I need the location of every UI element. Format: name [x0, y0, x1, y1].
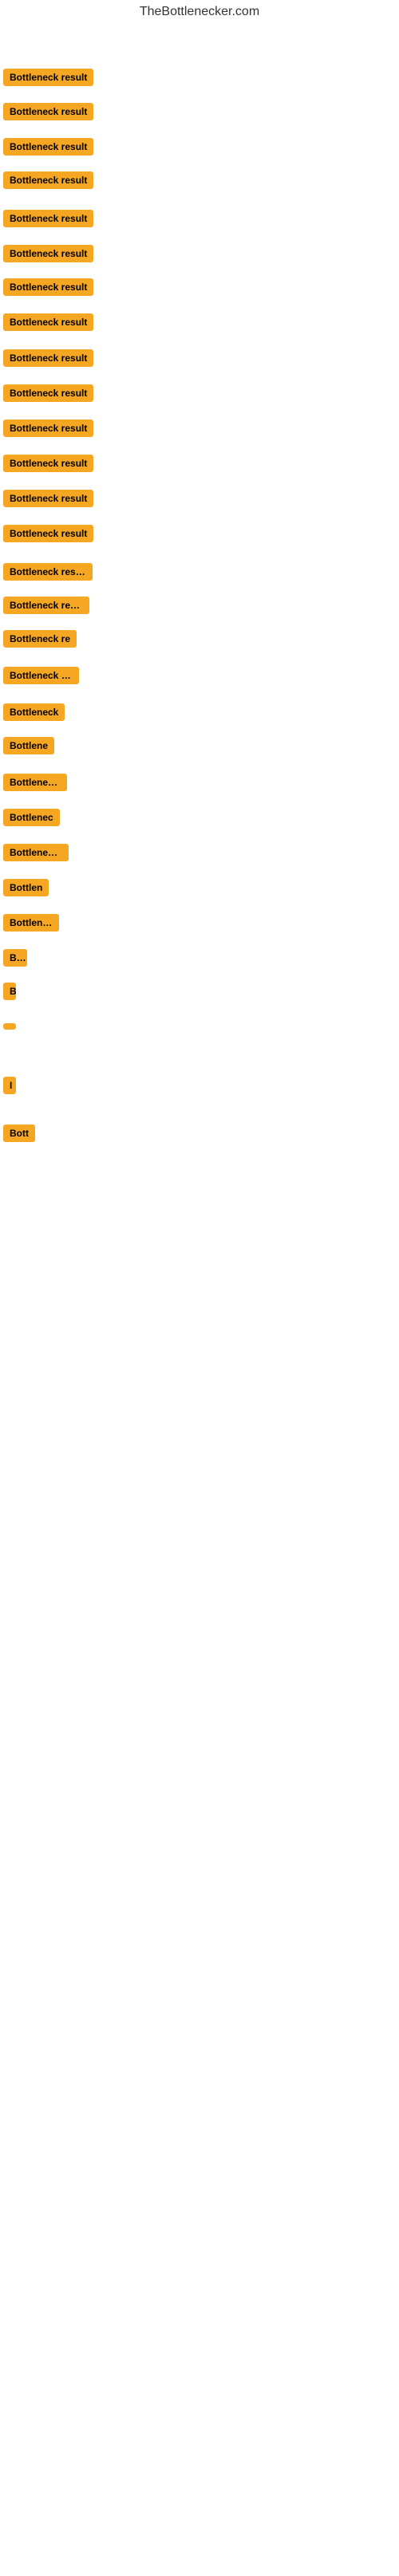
bottleneck-badge-row: Bottleneck: [3, 703, 65, 725]
bottleneck-badge-row: Bottleneck resul: [3, 667, 79, 688]
bottleneck-badge-row: Bottleneck result: [3, 490, 93, 511]
bottleneck-badge-row: Bottleneck result: [3, 210, 93, 231]
bottleneck-badge-row: Bottleneck result: [3, 563, 93, 585]
bottleneck-badge-row: Bottleneck r: [3, 774, 67, 795]
bottleneck-badge-row: Bo: [3, 949, 27, 971]
bottleneck-badge-row: Bottleneck re: [3, 630, 77, 652]
bottleneck-badge-row: Bottlenec: [3, 809, 60, 830]
bottleneck-badge: Bottleneck result: [3, 245, 93, 262]
bottleneck-badge: Bottleneck result: [3, 563, 93, 581]
bottleneck-badge: Bottleneck result: [3, 419, 93, 437]
bottleneck-badge: Bottleneck re: [3, 844, 69, 861]
site-title: TheBottlenecker.com: [0, 0, 399, 24]
bottleneck-badge-row: Bottleneck result: [3, 455, 93, 476]
bottleneck-badge: I: [3, 1077, 16, 1094]
bottleneck-badge: Bottleneck result: [3, 349, 93, 367]
bottleneck-badge-row: Bottleneck result: [3, 245, 93, 266]
bottleneck-badge-row: Bottleneck result: [3, 525, 93, 546]
bottleneck-badge-row: Bottleneck result: [3, 69, 93, 90]
bottleneck-badge-row: Bottlene: [3, 737, 54, 758]
bottleneck-badge-row: Bottleneck re: [3, 844, 69, 865]
bottleneck-badge: Bottleneck result: [3, 69, 93, 86]
bottleneck-badge-row: Bottlen: [3, 879, 49, 900]
bottleneck-badge: Bottleneck result: [3, 525, 93, 542]
bottleneck-badge-row: Bottleneck result: [3, 171, 93, 193]
bottleneck-badge: Bottlenec: [3, 809, 60, 826]
bottleneck-badge-row: Bottleneck result: [3, 349, 93, 371]
bottleneck-badge: Bottleneck result: [3, 597, 89, 614]
bottleneck-badge-row: [3, 1019, 16, 1034]
bottleneck-badge-row: Bott: [3, 1125, 35, 1146]
bottleneck-badge: B: [3, 983, 16, 1000]
bottleneck-badge-row: Bottleneck result: [3, 103, 93, 124]
bottleneck-badge: Bottleneck result: [3, 455, 93, 472]
bottleneck-badge-row: Bottleneck result: [3, 138, 93, 160]
bottleneck-badge: Bottleneck: [3, 703, 65, 721]
bottleneck-badge-row: Bottleneck: [3, 914, 59, 935]
bottleneck-badge: [3, 1023, 16, 1030]
bottleneck-badge: Bottleneck result: [3, 138, 93, 156]
bottleneck-badge-row: B: [3, 983, 16, 1004]
bottleneck-badge-row: Bottleneck result: [3, 597, 89, 618]
bottleneck-badge-row: I: [3, 1077, 16, 1098]
bottleneck-badge: Bottleneck: [3, 914, 59, 932]
bottleneck-badge: Bo: [3, 949, 27, 967]
bottleneck-badge: Bottleneck result: [3, 171, 93, 189]
bottleneck-badge: Bottleneck resul: [3, 667, 79, 684]
bottleneck-badge: Bottlen: [3, 879, 49, 896]
bottleneck-badge: Bottleneck re: [3, 630, 77, 648]
bottleneck-badge: Bott: [3, 1125, 35, 1142]
bottleneck-badge: Bottleneck result: [3, 313, 93, 331]
bottleneck-badge: Bottleneck result: [3, 103, 93, 120]
bottleneck-badge-row: Bottleneck result: [3, 313, 93, 335]
bottleneck-badge: Bottleneck result: [3, 384, 93, 402]
bottleneck-badge: Bottleneck result: [3, 210, 93, 227]
bottleneck-badge-row: Bottleneck result: [3, 419, 93, 441]
bottleneck-badge: Bottleneck result: [3, 490, 93, 507]
bottleneck-badge-row: Bottleneck result: [3, 278, 93, 300]
bottleneck-badge: Bottleneck result: [3, 278, 93, 296]
bottleneck-badge-row: Bottleneck result: [3, 384, 93, 406]
bottleneck-badge: Bottleneck r: [3, 774, 67, 791]
bottleneck-badge: Bottlene: [3, 737, 54, 754]
